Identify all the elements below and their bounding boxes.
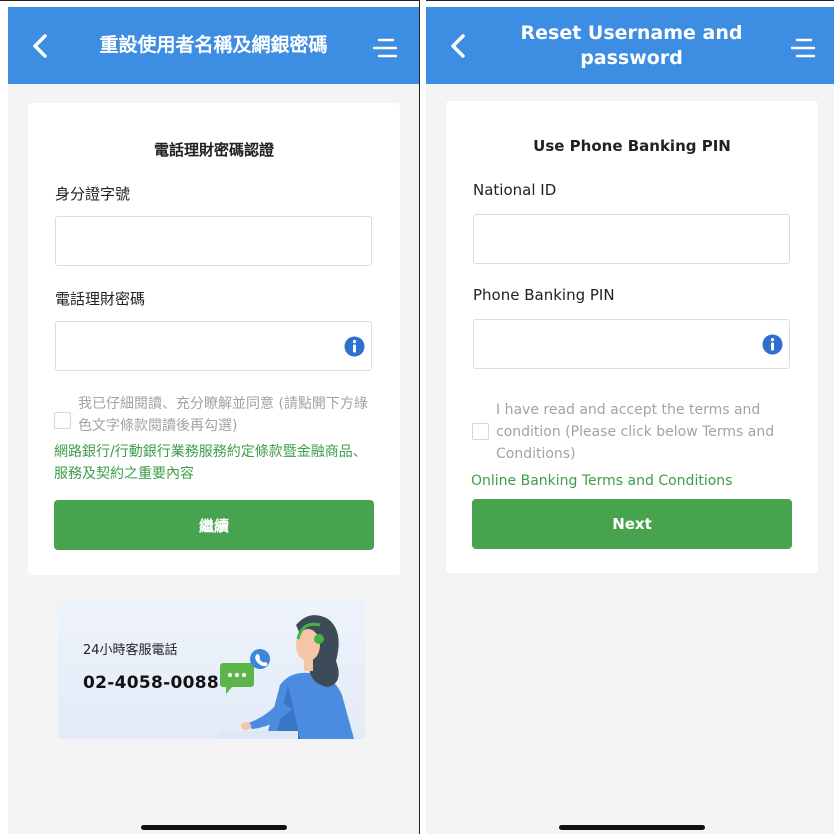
service-hotline-label: 24小時客服電話 [83, 643, 178, 658]
national-id-label: 身分證字號 [55, 185, 131, 203]
auth-card: 電話理財密碼認證 身分證字號 電話理財密碼 我已仔細閱讀、充分瞭解並同意 (請點… [28, 103, 400, 575]
home-indicator[interactable] [559, 825, 705, 830]
panel-divider [419, 0, 426, 834]
chevron-left-icon [33, 34, 47, 58]
customer-service-banner: 24小時客服電話 02-4058-0088 [58, 599, 365, 739]
national-id-label: National ID [473, 181, 557, 199]
menu-button[interactable] [789, 33, 819, 63]
menu-icon [790, 38, 816, 58]
top-border [0, 0, 834, 7]
card-title: 電話理財密碼認證 [153, 141, 274, 159]
phone-pin-input[interactable] [55, 321, 372, 371]
continue-button[interactable]: 繼續 [54, 500, 374, 550]
consent-text: I have read and accept the terms and con… [496, 402, 775, 462]
info-icon[interactable] [344, 336, 365, 357]
app-header: 重設使用者名稱及網銀密碼 [8, 7, 419, 84]
next-button[interactable]: Next [472, 499, 792, 549]
back-button[interactable] [26, 29, 56, 63]
auth-card: Use Phone Banking PIN National ID Phone … [446, 101, 818, 573]
national-id-input[interactable] [473, 214, 790, 264]
phone-pin-label: Phone Banking PIN [473, 286, 615, 304]
phone-pin-input[interactable] [473, 319, 790, 369]
page-title: Reset Username and password [520, 21, 743, 69]
terms-checkbox[interactable] [472, 423, 489, 440]
national-id-input[interactable] [55, 216, 372, 266]
chevron-left-icon [451, 34, 465, 58]
terms-link[interactable]: 網路銀行/行動銀行業務服務約定條款暨金融商品、服務及契約之重要內容 [54, 441, 374, 485]
panel-chinese: 重設使用者名稱及網銀密碼 電話理財密碼認證 身分證字號 電話理財密碼 我已仔細閱… [8, 7, 419, 834]
terms-link[interactable]: Online Banking Terms and Conditions [471, 470, 801, 492]
card-title: Use Phone Banking PIN [533, 137, 731, 155]
app-header: Reset Username and password [426, 7, 834, 84]
service-phone-number[interactable]: 02-4058-0088 [83, 673, 219, 693]
back-button[interactable] [444, 29, 474, 63]
screenshot-comparison: 重設使用者名稱及網銀密碼 電話理財密碼認證 身分證字號 電話理財密碼 我已仔細閱… [0, 0, 834, 834]
info-icon[interactable] [762, 334, 783, 355]
home-indicator[interactable] [141, 825, 287, 830]
menu-icon [372, 38, 398, 58]
support-agent-illustration [218, 615, 354, 739]
phone-pin-label: 電話理財密碼 [55, 290, 146, 308]
consent-text: 我已仔細閱讀、充分瞭解並同意 (請點開下方綠色文字條款閱讀後再勾選) [78, 396, 368, 434]
menu-button[interactable] [371, 33, 401, 63]
panel-english: Reset Username and password Use Phone Ba… [426, 7, 834, 834]
page-title: 重設使用者名稱及網銀密碼 [99, 34, 328, 56]
terms-checkbox[interactable] [54, 412, 71, 429]
